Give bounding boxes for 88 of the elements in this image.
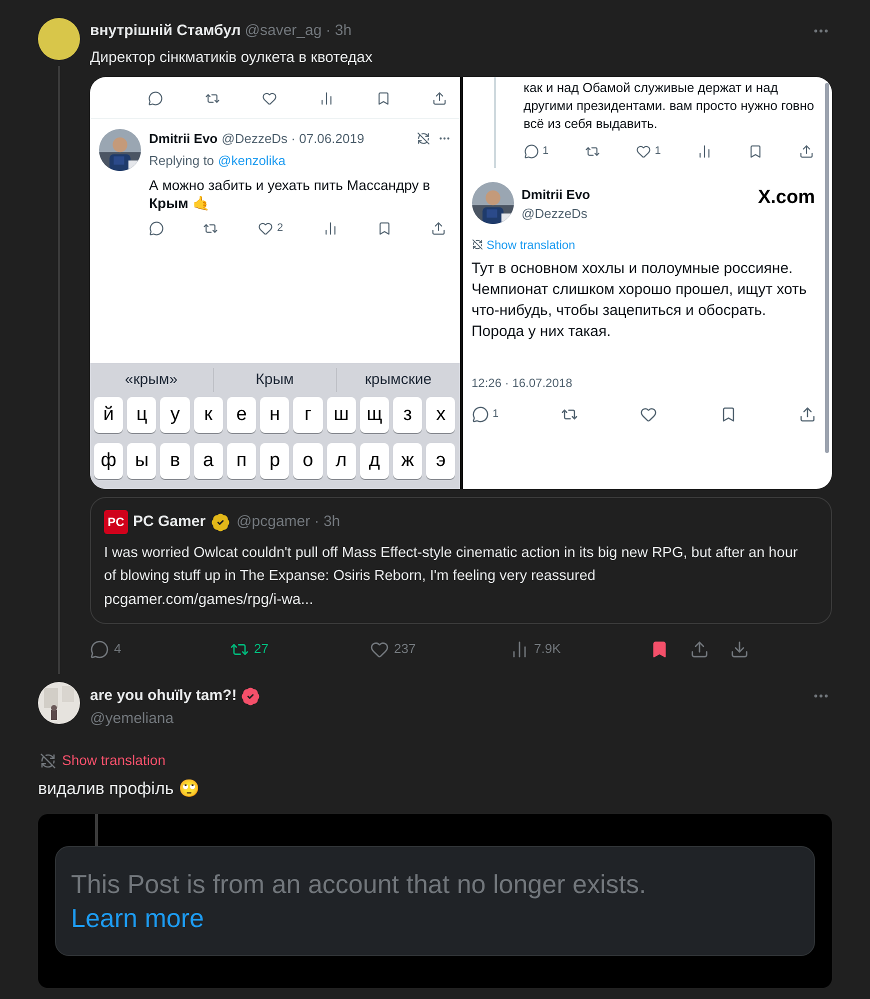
keyboard-key[interactable]: е [226,397,256,433]
reply-icon [90,640,109,658]
heart-icon [640,406,658,422]
views-icon [318,91,334,106]
share-icon [690,640,709,658]
keyboard-key[interactable]: э [426,443,456,479]
share-icon [799,406,816,422]
author-name: PC Gamer [133,512,206,532]
notice-text: This Post is from an account that no longer exists. [71,868,648,900]
handle: @DezzeDs · 07.06.2019 [222,130,364,148]
reply-button[interactable]: 4 [90,639,230,659]
count: 1 [654,144,661,159]
count: 1 [542,144,549,159]
reply-text: видалив профіль 🙄 [38,778,200,800]
heart-icon [262,91,277,106]
handle: @DezzeDs [522,205,588,223]
author-name: are you ohuïly tam?! [90,686,237,706]
parent-text: как и над Обамой служивые держат и над другими президентами. вам просто нужно говно всё из себя выдавить. [524,79,816,133]
keyboard-key[interactable]: ф [94,443,124,479]
reply-text: А можно забить и уехать пить Массандру в Крым 🤙 [149,176,432,212]
views-icon [696,144,712,159]
keyboard-key[interactable]: ш [326,397,356,433]
share-icon [798,144,814,159]
author-name: Dmitrii Evo [522,186,592,204]
translate-icon [472,239,482,250]
keyboard-key[interactable]: й [94,397,124,433]
count: 2 [276,221,284,236]
suggestion[interactable]: Крым [256,371,294,388]
keyboard-key[interactable]: у [160,397,190,433]
bookmark-icon [377,220,392,236]
publisher-logo: PC [104,510,128,534]
handle: @yemeliana [90,708,175,728]
reply-icon [472,406,488,422]
repost-button[interactable]: 27 [230,639,370,659]
bookmark-icon [650,640,669,658]
count: 1 [492,406,499,422]
post-text: Тут в основном хохлы и полоумные россияне. Чемпионат слишком хорошо прошел, ищут хоть что-нибудь, чтобы зацепиться и обосрать. Порода у них такая. [472,258,808,342]
keyboard-key[interactable]: р [260,443,290,479]
share-icon [431,220,446,236]
keyboard-key[interactable]: л [326,443,356,479]
avatar [38,18,80,60]
bookmark-icon [376,91,391,106]
article-link[interactable]: pcgamer.com/games/rpg/i-wa... [104,588,818,611]
heart-icon [258,220,273,236]
author-name: внутрішній Стамбул [90,21,241,41]
replying-label: Replying to [149,152,214,170]
suggestion[interactable]: крымские [364,371,432,388]
keyboard-key[interactable]: п [226,443,256,479]
author-name: Dmitrii Evo [149,130,218,148]
views-button[interactable]: 7.9K [510,639,650,659]
keyboard-key[interactable]: д [360,443,390,479]
timestamp: 12:26 · 16.07.2018 [472,374,574,392]
handle: @pcgamer · 3h [236,512,340,532]
like-button[interactable]: 237 [370,639,510,659]
keyboard-key[interactable]: з [393,397,422,433]
reply-icon [149,220,164,236]
reply-icon [148,91,163,106]
keyboard-key[interactable]: щ [360,397,390,433]
heart-icon [636,144,651,159]
keyboard-key[interactable]: г [293,397,323,433]
repost-icon [204,91,220,106]
keyboard-key[interactable]: ц [127,397,156,433]
views-icon [510,640,529,658]
translate-icon [40,752,56,768]
quoted-post[interactable] [90,497,832,624]
translate-icon [416,132,430,146]
post-time: · 3h [326,21,352,41]
post-text: Директор сінкматиків оулкета в квотедах [90,48,374,68]
bookmark-icon [748,144,763,159]
keyboard-key[interactable]: ы [127,443,156,479]
site-logo: X.com [758,186,815,210]
keyboard-key[interactable]: а [194,443,223,479]
show-translation-link[interactable]: Show translation [62,750,166,771]
download-icon [730,640,749,658]
keyboard-key[interactable]: ж [393,443,422,479]
views-icon [322,220,338,236]
keyboard-key[interactable]: о [293,443,323,479]
keyboard-key[interactable]: н [260,397,290,433]
keyboard-key[interactable]: к [194,397,223,433]
share-icon [432,91,448,106]
reply-icon [524,144,538,159]
keyboard-key[interactable]: х [426,397,456,433]
suggestion[interactable]: «крым» [124,371,178,388]
learn-more-link[interactable]: Learn more [71,900,204,934]
keyboard-key[interactable]: в [160,443,190,479]
heart-icon [370,640,389,658]
handle: @saver_ag [244,21,322,41]
quote-text: I was worried Owlcat couldn't pull off Mass Effect-style cinematic action in its big new RPG, but after an hour of blowing stuff up in The Expanse: Osiris Reborn, I'm feeling very reassured [104,544,799,586]
